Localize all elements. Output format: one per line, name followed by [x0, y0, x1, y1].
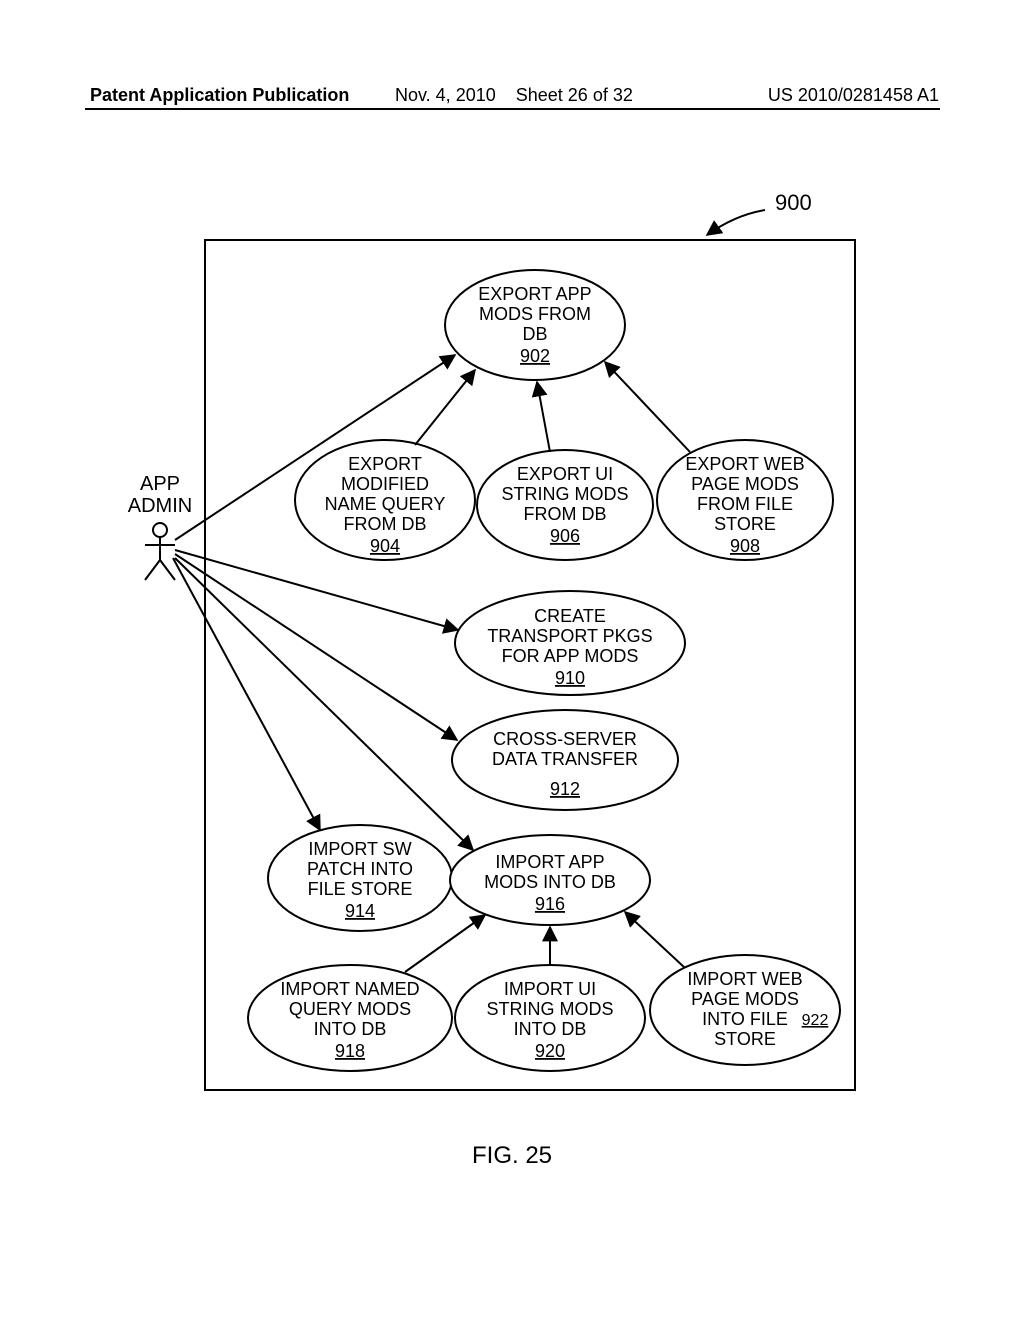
- pointer-label: 900: [775, 190, 812, 215]
- svg-text:910: 910: [555, 668, 585, 688]
- node-914: IMPORT SW PATCH INTO FILE STORE 914: [268, 825, 452, 931]
- actor-leg-right-icon: [160, 560, 175, 580]
- svg-text:IMPORT NAMED: IMPORT NAMED: [280, 979, 419, 999]
- svg-text:INTO DB: INTO DB: [314, 1019, 387, 1039]
- svg-text:FROM FILE: FROM FILE: [697, 494, 793, 514]
- svg-text:902: 902: [520, 346, 550, 366]
- header-pubnum: US 2010/0281458 A1: [768, 85, 939, 106]
- actor-app-admin: APP ADMIN: [128, 473, 192, 580]
- header-rule: [85, 108, 940, 110]
- actor-label-2: ADMIN: [128, 495, 192, 517]
- node-918: IMPORT NAMED QUERY MODS INTO DB 918: [248, 965, 452, 1071]
- svg-text:MODIFIED: MODIFIED: [341, 474, 429, 494]
- svg-text:EXPORT APP: EXPORT APP: [478, 284, 591, 304]
- svg-text:INTO DB: INTO DB: [514, 1019, 587, 1039]
- svg-text:QUERY MODS: QUERY MODS: [289, 999, 411, 1019]
- svg-text:920: 920: [535, 1041, 565, 1061]
- svg-text:IMPORT UI: IMPORT UI: [504, 979, 596, 999]
- svg-text:STRING MODS: STRING MODS: [486, 999, 613, 1019]
- svg-text:916: 916: [535, 894, 565, 914]
- svg-text:IMPORT APP: IMPORT APP: [495, 852, 604, 872]
- svg-text:EXPORT WEB: EXPORT WEB: [685, 454, 804, 474]
- svg-text:STRING MODS: STRING MODS: [501, 484, 628, 504]
- edge-906-902: [537, 382, 550, 452]
- node-906: EXPORT UI STRING MODS FROM DB 906: [477, 450, 653, 560]
- actor-head-icon: [153, 523, 167, 537]
- node-922: IMPORT WEB PAGE MODS INTO FILE STORE 922: [650, 955, 840, 1065]
- node-912: CROSS-SERVER DATA TRANSFER 912: [452, 710, 678, 810]
- svg-text:CREATE: CREATE: [534, 606, 606, 626]
- edge-actor-916: [175, 558, 473, 850]
- svg-text:FROM DB: FROM DB: [344, 514, 427, 534]
- svg-text:MODS FROM: MODS FROM: [479, 304, 591, 324]
- header-sheet: Sheet 26 of 32: [516, 85, 633, 105]
- page: Patent Application Publication Nov. 4, 2…: [0, 0, 1024, 1320]
- actor-label-1: APP: [140, 473, 180, 495]
- svg-text:STORE: STORE: [714, 514, 776, 534]
- svg-text:EXPORT: EXPORT: [348, 454, 422, 474]
- diagram: 900 APP ADMIN EXPORT APP MODS FROM DB 90…: [95, 180, 925, 1120]
- edge-922-916: [625, 912, 685, 968]
- header-left: Patent Application Publication: [90, 85, 349, 106]
- svg-text:TRANSPORT PKGS: TRANSPORT PKGS: [487, 626, 652, 646]
- node-920: IMPORT UI STRING MODS INTO DB 920: [455, 965, 645, 1071]
- svg-text:906: 906: [550, 526, 580, 546]
- node-910: CREATE TRANSPORT PKGS FOR APP MODS 910: [455, 591, 685, 695]
- svg-text:908: 908: [730, 536, 760, 556]
- svg-text:904: 904: [370, 536, 400, 556]
- svg-text:FROM DB: FROM DB: [524, 504, 607, 524]
- node-902: EXPORT APP MODS FROM DB 902: [445, 270, 625, 380]
- node-904: EXPORT MODIFIED NAME QUERY FROM DB 904: [295, 440, 475, 560]
- edge-actor-912: [175, 554, 457, 740]
- header-date: Nov. 4, 2010: [395, 85, 496, 105]
- svg-text:FILE STORE: FILE STORE: [308, 879, 413, 899]
- svg-text:STORE: STORE: [714, 1029, 776, 1049]
- svg-text:PAGE MODS: PAGE MODS: [691, 474, 799, 494]
- node-916: IMPORT APP MODS INTO DB 916: [450, 835, 650, 925]
- edge-904-902: [415, 370, 475, 445]
- node-908: EXPORT WEB PAGE MODS FROM FILE STORE 908: [657, 440, 833, 560]
- svg-text:914: 914: [345, 901, 375, 921]
- actor-leg-left-icon: [145, 560, 160, 580]
- svg-text:MODS INTO DB: MODS INTO DB: [484, 872, 616, 892]
- svg-text:PATCH INTO: PATCH INTO: [307, 859, 413, 879]
- figure-caption: FIG. 25: [0, 1142, 1024, 1170]
- pointer-arrow: [707, 210, 765, 235]
- svg-text:NAME QUERY: NAME QUERY: [325, 494, 446, 514]
- svg-text:918: 918: [335, 1041, 365, 1061]
- svg-text:EXPORT UI: EXPORT UI: [517, 464, 613, 484]
- edge-908-902: [605, 362, 690, 452]
- edge-918-916: [405, 915, 485, 972]
- edge-actor-910: [175, 550, 458, 630]
- svg-text:922: 922: [802, 1012, 829, 1029]
- svg-text:FOR APP MODS: FOR APP MODS: [502, 646, 639, 666]
- svg-text:912: 912: [550, 779, 580, 799]
- svg-text:IMPORT WEB: IMPORT WEB: [687, 969, 802, 989]
- svg-text:DB: DB: [522, 324, 547, 344]
- edge-actor-914: [173, 558, 320, 830]
- svg-text:INTO FILE: INTO FILE: [702, 1009, 788, 1029]
- svg-text:DATA TRANSFER: DATA TRANSFER: [492, 749, 638, 769]
- svg-text:CROSS-SERVER: CROSS-SERVER: [493, 729, 637, 749]
- svg-text:IMPORT SW: IMPORT SW: [308, 839, 411, 859]
- header-center: Nov. 4, 2010 Sheet 26 of 32: [395, 85, 633, 106]
- svg-text:PAGE MODS: PAGE MODS: [691, 989, 799, 1009]
